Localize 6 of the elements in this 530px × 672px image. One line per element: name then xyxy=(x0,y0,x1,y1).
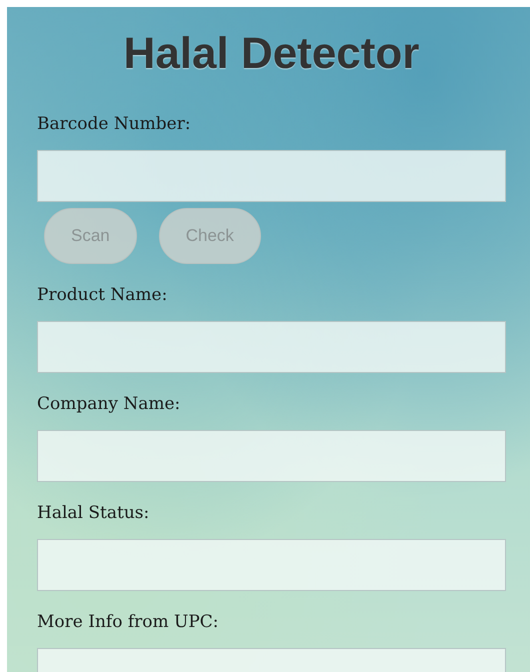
field-label: Barcode Number: xyxy=(37,114,191,136)
field-label: Halal Status: xyxy=(37,503,150,525)
app-title: Halal Detector xyxy=(122,28,420,80)
field-label: More Info from UPC: xyxy=(37,612,219,634)
field-label: Company Name: xyxy=(37,394,180,416)
field-label: Product Name: xyxy=(37,285,168,307)
